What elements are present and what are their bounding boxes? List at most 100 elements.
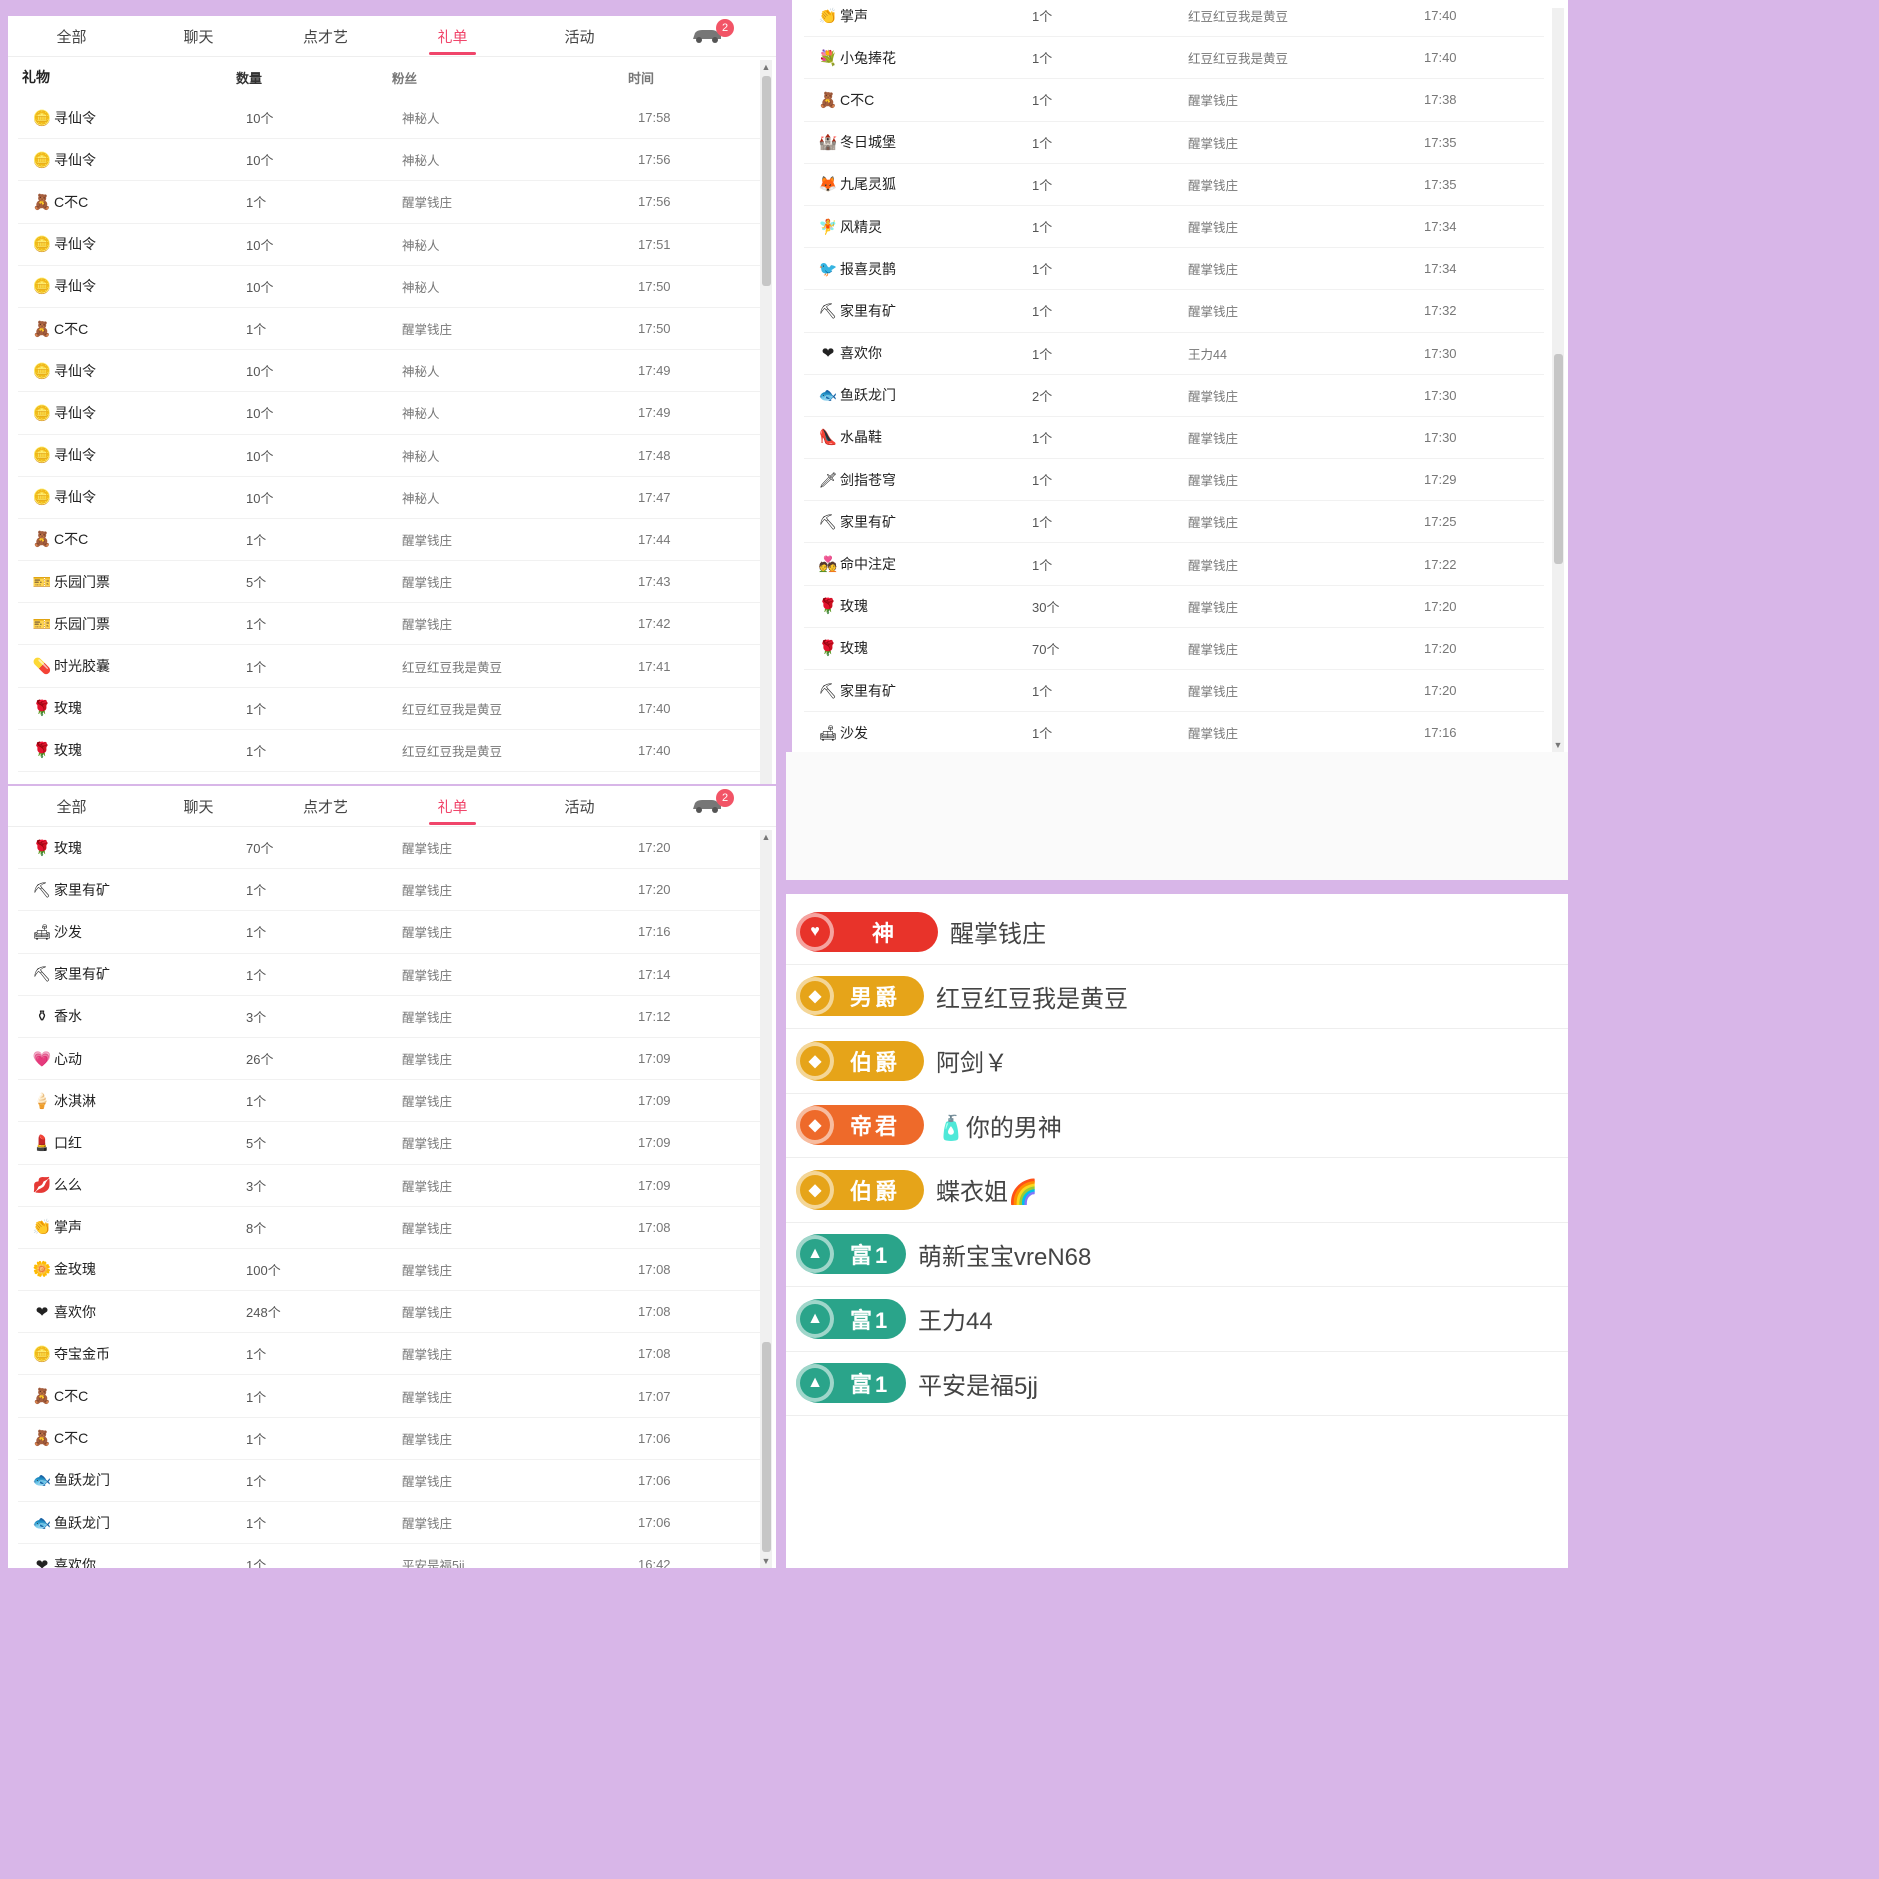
ranking-row[interactable]: ▲富1萌新宝宝vreN68⚡5 (786, 1223, 1568, 1287)
tab-activity[interactable]: 活动 (516, 796, 643, 817)
scroll-up-arrow[interactable]: ▲ (760, 62, 772, 72)
table-row[interactable]: ⚱ 香水 3个 醒掌钱庄 17:12 (18, 996, 766, 1038)
qty-cell: 1个 (246, 617, 267, 633)
table-row[interactable]: 🧸 C不C 1个 醒掌钱庄 17:06 (18, 1418, 766, 1460)
table-row[interactable]: 🎫 乐园门票 5个 醒掌钱庄 17:43 (18, 561, 766, 604)
scrollbar-thumb[interactable] (1554, 354, 1563, 564)
table-row[interactable]: 🧚 风精灵 1个 醒掌钱庄 17:34 (804, 206, 1544, 249)
tab-chat[interactable]: 聊天 (135, 26, 262, 47)
table-row[interactable]: 🌹 玫瑰 70个 醒掌钱庄 17:20 (804, 628, 1544, 670)
table-row[interactable]: 🐟 鱼跃龙门 2个 醒掌钱庄 17:30 (804, 375, 1544, 417)
tab-talent[interactable]: 点才艺 (262, 26, 389, 47)
ranking-row[interactable]: ▲富1王力44⚡5 (786, 1287, 1568, 1352)
table-row[interactable]: 🛋 沙发 1个 醒掌钱庄 17:16 (18, 911, 766, 954)
table-row[interactable]: 🏰 冬日城堡 1个 醒掌钱庄 17:35 (804, 122, 1544, 164)
gift-name: 玫瑰 (54, 783, 82, 784)
table-row[interactable]: 🐟 鱼跃龙门 1个 醒掌钱庄 17:06 (18, 1460, 766, 1502)
tab-all[interactable]: 全部 (8, 796, 135, 817)
scrollbar[interactable]: ▲ (760, 60, 772, 784)
table-row[interactable]: 🌹玫瑰1个红豆红豆我是黄豆17:40 (18, 772, 766, 784)
fan-cell: 醒掌钱庄 (1188, 642, 1239, 657)
fan-cell: 红豆红豆我是黄豆 (402, 660, 503, 675)
table-row[interactable]: 🎫 乐园门票 1个 醒掌钱庄 17:42 (18, 603, 766, 646)
table-row[interactable]: 💐 小兔捧花 1个 红豆红豆我是黄豆 17:40 (804, 37, 1544, 80)
scrollbar-thumb[interactable] (762, 1342, 771, 1552)
lipstick-icon: 💄 (32, 1134, 52, 1152)
scroll-down-arrow[interactable]: ▼ (760, 1556, 772, 1566)
table-row[interactable]: ⛏ 家里有矿 1个 醒掌钱庄 17:32 (804, 290, 1544, 333)
table-row[interactable]: ⛏ 家里有矿 1个 醒掌钱庄 17:25 (804, 501, 1544, 544)
ranking-row[interactable]: ▲富1平安是福5jj⚡5 (786, 1352, 1568, 1416)
table-row[interactable]: 🗡 剑指苍穹 1个 醒掌钱庄 17:29 (804, 459, 1544, 502)
table-row[interactable]: 👠 水晶鞋 1个 醒掌钱庄 17:30 (804, 417, 1544, 460)
table-row[interactable]: ❤ 喜欢你 248个 醒掌钱庄 17:08 (18, 1291, 766, 1334)
gift-cell: 🌹玫瑰 (18, 783, 246, 784)
ranking-row[interactable]: ◆伯爵阿剑￥⚡2000 (786, 1029, 1568, 1094)
fan-cell: 红豆红豆我是黄豆 (402, 783, 638, 784)
table-row[interactable]: 🧸 C不C 1个 醒掌钱庄 17:56 (18, 181, 766, 224)
scrollbar[interactable]: ▼ (1552, 8, 1564, 752)
table-row[interactable]: 🌹 玫瑰 70个 醒掌钱庄 17:20 (18, 827, 766, 870)
table-row[interactable]: 🪙 寻仙令 10个 神秘人 17:56 (18, 139, 766, 182)
ranking-row[interactable]: ◆男爵红豆红豆我是黄豆⚡3020 (786, 965, 1568, 1029)
table-row[interactable]: 🪙 寻仙令 10个 神秘人 17:47 (18, 477, 766, 519)
table-row[interactable]: 🪙 寻仙令 10个 神秘人 17:50 (18, 266, 766, 308)
scroll-up-arrow[interactable]: ▲ (760, 832, 772, 842)
table-row[interactable]: ❤ 喜欢你 1个 王力44 17:30 (804, 333, 1544, 375)
table-row[interactable]: 🧸 C不C 1个 醒掌钱庄 17:38 (804, 79, 1544, 122)
ranking-row[interactable]: ♥神醒掌钱庄⚡229984 (786, 900, 1568, 965)
scrollbar-thumb[interactable] (762, 76, 771, 286)
heart-icon: ❤ (821, 345, 835, 363)
scrollbar[interactable]: ▲ ▼ (760, 830, 772, 1568)
table-row[interactable]: 🧸 C不C 1个 醒掌钱庄 17:07 (18, 1375, 766, 1418)
ranking-row[interactable]: ◆帝君🧴你的男神⚡500 (786, 1094, 1568, 1158)
time-cell: 17:30 (1424, 387, 1457, 403)
table-row[interactable]: 🌹 玫瑰 30个 醒掌钱庄 17:20 (804, 586, 1544, 628)
gift-cell: 💄 口红 (18, 1133, 246, 1153)
table-row[interactable]: 🌹玫瑰1个红豆红豆我是黄豆17:40 (18, 688, 766, 730)
table-row[interactable]: 🪙 寻仙令 10个 神秘人 17:49 (18, 350, 766, 393)
gift-cell: 🛋 沙发 (804, 723, 1032, 743)
table-row[interactable]: 🦊 九尾灵狐 1个 醒掌钱庄 17:35 (804, 164, 1544, 206)
tab-chat[interactable]: 聊天 (135, 796, 262, 817)
scroll-down-arrow[interactable]: ▼ (1552, 740, 1564, 750)
table-row[interactable]: 🍦 冰淇淋 1个 醒掌钱庄 17:09 (18, 1080, 766, 1123)
tab-activity[interactable]: 活动 (516, 26, 643, 47)
table-row[interactable]: 🌹玫瑰1个红豆红豆我是黄豆17:40 (18, 730, 766, 772)
tab-talent[interactable]: 点才艺 (262, 796, 389, 817)
table-row[interactable]: 🪙 寻仙令 10个 神秘人 17:48 (18, 435, 766, 477)
table-row[interactable]: 🐦 报喜灵鹊 1个 醒掌钱庄 17:34 (804, 248, 1544, 291)
gift-name: 喜欢你 (54, 1556, 96, 1568)
table-row[interactable]: 🌼 金玫瑰 100个 醒掌钱庄 17:08 (18, 1249, 766, 1292)
table-row[interactable]: 🪙 寻仙令 10个 神秘人 17:58 (18, 97, 766, 140)
table-row[interactable]: 👏 掌声 1个 红豆红豆我是黄豆 17:40 (804, 0, 1544, 38)
fan-cell: 醒掌钱庄 (1188, 221, 1239, 236)
tab-gift-list[interactable]: 礼单 (389, 796, 516, 825)
ranking-row[interactable]: ◆伯爵蝶衣姐🌈⚡280 (786, 1158, 1568, 1223)
rank-username: 🧴你的男神 (936, 1114, 1062, 1142)
table-row[interactable]: 💗 心动 26个 醒掌钱庄 17:09 (18, 1038, 766, 1081)
table-row[interactable]: 🧸 C不C 1个 醒掌钱庄 17:50 (18, 308, 766, 351)
fan-cell: 平安是福5jj (402, 1559, 465, 1568)
table-row[interactable]: 🛋 沙发 1个 醒掌钱庄 17:16 (804, 712, 1544, 752)
gift-cell: 👏 掌声 (804, 6, 1032, 26)
table-row[interactable]: 🧸 C不C 1个 醒掌钱庄 17:44 (18, 519, 766, 562)
table-row[interactable]: 🐟 鱼跃龙门 1个 醒掌钱庄 17:06 (18, 1502, 766, 1545)
table-row[interactable]: ⛏ 家里有矿 1个 醒掌钱庄 17:20 (804, 670, 1544, 713)
gift-cell: 🪙 寻仙令 (18, 276, 246, 296)
table-row[interactable]: 💑 命中注定 1个 醒掌钱庄 17:22 (804, 543, 1544, 586)
table-row[interactable]: 👏 掌声 8个 醒掌钱庄 17:08 (18, 1207, 766, 1249)
tab-all[interactable]: 全部 (8, 26, 135, 47)
table-row[interactable]: 🪙 夺宝金币 1个 醒掌钱庄 17:08 (18, 1333, 766, 1376)
table-row[interactable]: 💊 时光胶囊 1个 红豆红豆我是黄豆 17:41 (18, 645, 766, 688)
table-row[interactable]: 💄 口红 5个 醒掌钱庄 17:09 (18, 1122, 766, 1165)
table-row[interactable]: 🪙 寻仙令 10个 神秘人 17:51 (18, 224, 766, 266)
table-row[interactable]: ⛏ 家里有矿 1个 醒掌钱庄 17:20 (18, 869, 766, 912)
table-row[interactable]: 💋 么么 3个 醒掌钱庄 17:09 (18, 1165, 766, 1207)
fan-cell: 醒掌钱庄 (402, 533, 453, 548)
tab-gift-list[interactable]: 礼单 (389, 26, 516, 55)
table-row[interactable]: ❤ 喜欢你 1个 平安是福5jj 16:42 (18, 1544, 766, 1568)
rank-level-icon: ◆ (796, 1106, 834, 1145)
table-row[interactable]: 🪙 寻仙令 10个 神秘人 17:49 (18, 392, 766, 435)
table-row[interactable]: ⛏ 家里有矿 1个 醒掌钱庄 17:14 (18, 954, 766, 996)
